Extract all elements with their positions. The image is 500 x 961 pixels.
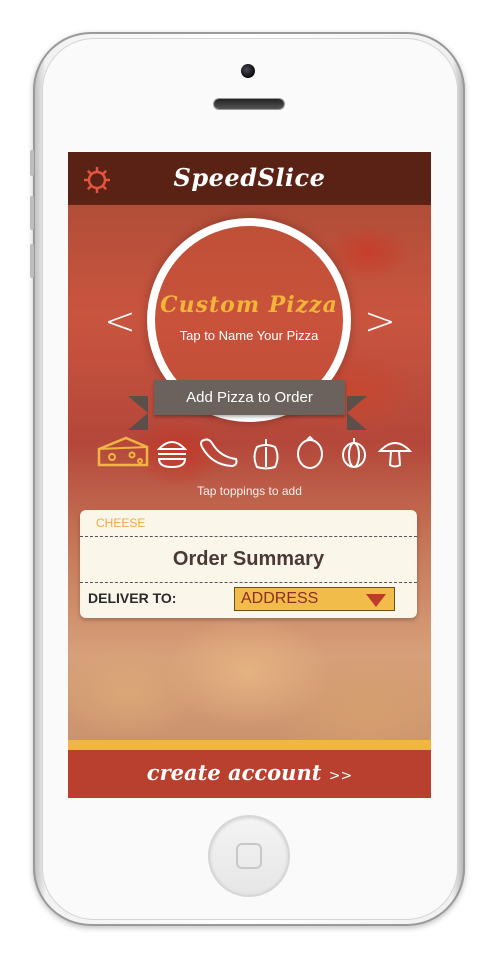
pizza-name-hint: Tap to Name Your Pizza xyxy=(179,328,319,343)
toppings-bar xyxy=(96,435,416,475)
volume-down-button xyxy=(30,244,34,278)
toppings-hint: Tap toppings to add xyxy=(197,484,302,498)
burger-icon[interactable] xyxy=(156,435,188,469)
order-summary-title: Order Summary xyxy=(172,548,325,570)
address-value: ADDRESS xyxy=(241,590,319,607)
selected-topping-label: CHEESE xyxy=(96,516,146,530)
earpiece-speaker xyxy=(214,99,284,109)
dropdown-arrow-icon xyxy=(366,594,386,607)
ribbon-tail-left xyxy=(128,396,148,430)
accent-stripe xyxy=(68,740,431,750)
create-account-button[interactable]: create account >> xyxy=(68,760,431,785)
front-camera xyxy=(241,64,255,78)
home-square-icon xyxy=(236,843,262,869)
address-dropdown[interactable]: ADDRESS xyxy=(234,587,395,611)
previous-pizza-arrow[interactable]: < xyxy=(104,302,136,340)
bottom-bar: create account >> xyxy=(68,750,431,798)
add-pizza-to-order-button[interactable]: Add Pizza to Order xyxy=(154,380,345,415)
mute-switch xyxy=(30,150,34,176)
next-pizza-arrow[interactable]: > xyxy=(364,302,396,340)
pizza-name: Custom Pizza xyxy=(160,292,338,318)
card-divider xyxy=(80,582,417,583)
onion-icon[interactable] xyxy=(339,435,369,471)
volume-up-button xyxy=(30,196,34,230)
cheese-icon[interactable] xyxy=(96,435,150,469)
selected-toppings-row: CHEESE xyxy=(80,510,417,537)
create-account-label: create account xyxy=(146,760,322,785)
ribbon-tail-right xyxy=(347,396,367,430)
order-summary-card: CHEESE Order Summary DELIVER TO: ADDRESS xyxy=(80,510,417,618)
app-title: SpeedSlice xyxy=(173,163,326,192)
home-button[interactable] xyxy=(210,817,288,895)
sausage-icon[interactable] xyxy=(198,435,240,469)
pepper-icon[interactable] xyxy=(249,435,283,471)
mushroom-icon[interactable] xyxy=(377,435,413,471)
tomato-icon[interactable] xyxy=(294,435,326,471)
chevrons-right-icon: >> xyxy=(328,768,353,784)
deliver-to-label: DELIVER TO: xyxy=(88,590,177,606)
app-screen: SpeedSlice < > Custom Pizza Tap to Name … xyxy=(68,152,431,798)
top-bar: SpeedSlice xyxy=(68,152,431,205)
